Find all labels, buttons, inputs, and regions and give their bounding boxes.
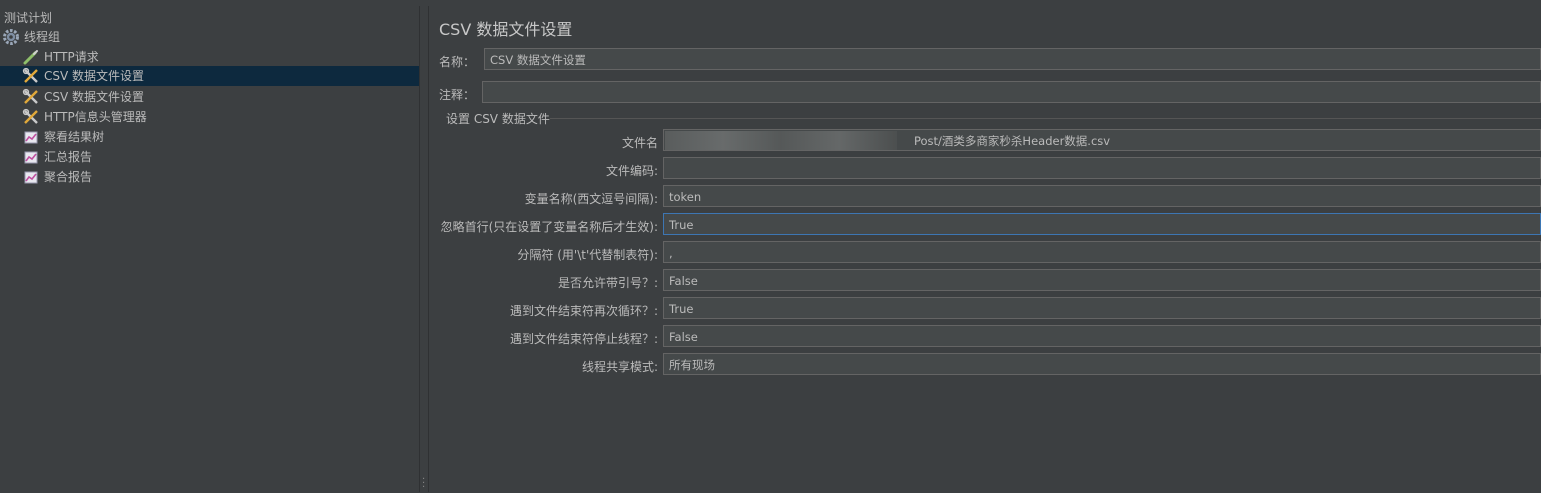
tree-item-csv-config-selected[interactable]: CSV 数据文件设置 (0, 66, 419, 86)
tree-item-label: CSV 数据文件设置 (44, 69, 145, 83)
allow-quoted-field[interactable]: False (663, 269, 1541, 291)
chart-icon (22, 128, 40, 146)
delimiter-field[interactable]: , (663, 241, 1541, 263)
ignore-first-line-label: 忽略首行(只在设置了变量名称后才生效): (440, 220, 658, 234)
drag-handle-icon[interactable]: · · · (422, 475, 426, 493)
pipette-icon (22, 48, 40, 66)
group-title: 设置 CSV 数据文件 (446, 112, 550, 126)
tree-item-test-plan[interactable]: 测试计划 (4, 8, 304, 28)
delimiter-label: 分隔符 (用'\t'代替制表符): (517, 248, 658, 262)
name-label: 名称： (439, 55, 476, 69)
tree-item-label: HTTP请求 (44, 50, 99, 64)
redacted-path (665, 131, 897, 150)
tree-item-aggregate-report[interactable]: 聚合报告 (22, 167, 322, 187)
filename-label: 文件名 (621, 136, 658, 150)
tree-item-results-tree[interactable]: 察看结果树 (22, 127, 322, 147)
recycle-on-eof-label: 遇到文件结束符再次循环？: (509, 304, 658, 318)
split-pane-divider[interactable] (419, 6, 429, 492)
sharing-mode-field[interactable]: 所有现场 (663, 353, 1541, 375)
wrench-icon (22, 108, 40, 126)
encoding-label: 文件编码: (605, 164, 658, 178)
variable-names-field[interactable]: token (663, 185, 1541, 207)
sharing-mode-label: 线程共享模式: (581, 360, 658, 374)
wrench-icon (22, 67, 40, 85)
variable-names-label: 变量名称(西文逗号间隔): (524, 192, 658, 206)
encoding-field[interactable] (663, 157, 1541, 179)
chart-icon (22, 168, 40, 186)
filename-value: Post/酒类多商家秒杀Header数据.csv (914, 134, 1111, 148)
tree-item-label: 汇总报告 (44, 150, 93, 164)
tree-item-label: HTTP信息头管理器 (44, 110, 147, 124)
allow-quoted-label: 是否允许带引号？: (557, 276, 658, 290)
tree-item-summary-report[interactable]: 汇总报告 (22, 147, 322, 167)
tree-item-thread-group[interactable]: 线程组 (2, 27, 302, 47)
stop-on-eof-field[interactable]: False (663, 325, 1541, 347)
name-field[interactable]: CSV 数据文件设置 (484, 48, 1541, 70)
wrench-icon (22, 88, 40, 106)
chart-icon (22, 148, 40, 166)
tree-item-label: 察看结果树 (44, 130, 105, 144)
panel-title: CSV 数据文件设置 (439, 20, 573, 39)
tree-item-http-request[interactable]: HTTP请求 (22, 47, 322, 67)
filename-field[interactable]: Post/酒类多商家秒杀Header数据.csv (663, 129, 1541, 151)
comment-label: 注释： (439, 88, 476, 102)
ignore-first-line-field[interactable]: True (663, 213, 1541, 235)
csv-config-panel: CSV 数据文件设置 名称： CSV 数据文件设置 注释： 设置 CSV 数据文… (429, 6, 1541, 492)
tree-item-label: CSV 数据文件设置 (44, 90, 145, 104)
recycle-on-eof-field[interactable]: True (663, 297, 1541, 319)
tree-item-label: 聚合报告 (44, 170, 93, 184)
stop-on-eof-label: 遇到文件结束符停止线程？: (509, 332, 658, 346)
tree-item-label: 线程组 (24, 30, 61, 44)
tree-item-csv-config[interactable]: CSV 数据文件设置 (22, 87, 322, 107)
gear-icon (2, 28, 20, 46)
test-plan-tree[interactable]: 测试计划 线程组 HTTP请求 CSV 数据文件设置 CSV 数据文件设置 HT… (0, 6, 419, 492)
tree-item-label: 测试计划 (4, 11, 53, 25)
tree-item-header-manager[interactable]: HTTP信息头管理器 (22, 107, 322, 127)
comment-field[interactable] (482, 81, 1541, 103)
group-border (550, 118, 1541, 119)
